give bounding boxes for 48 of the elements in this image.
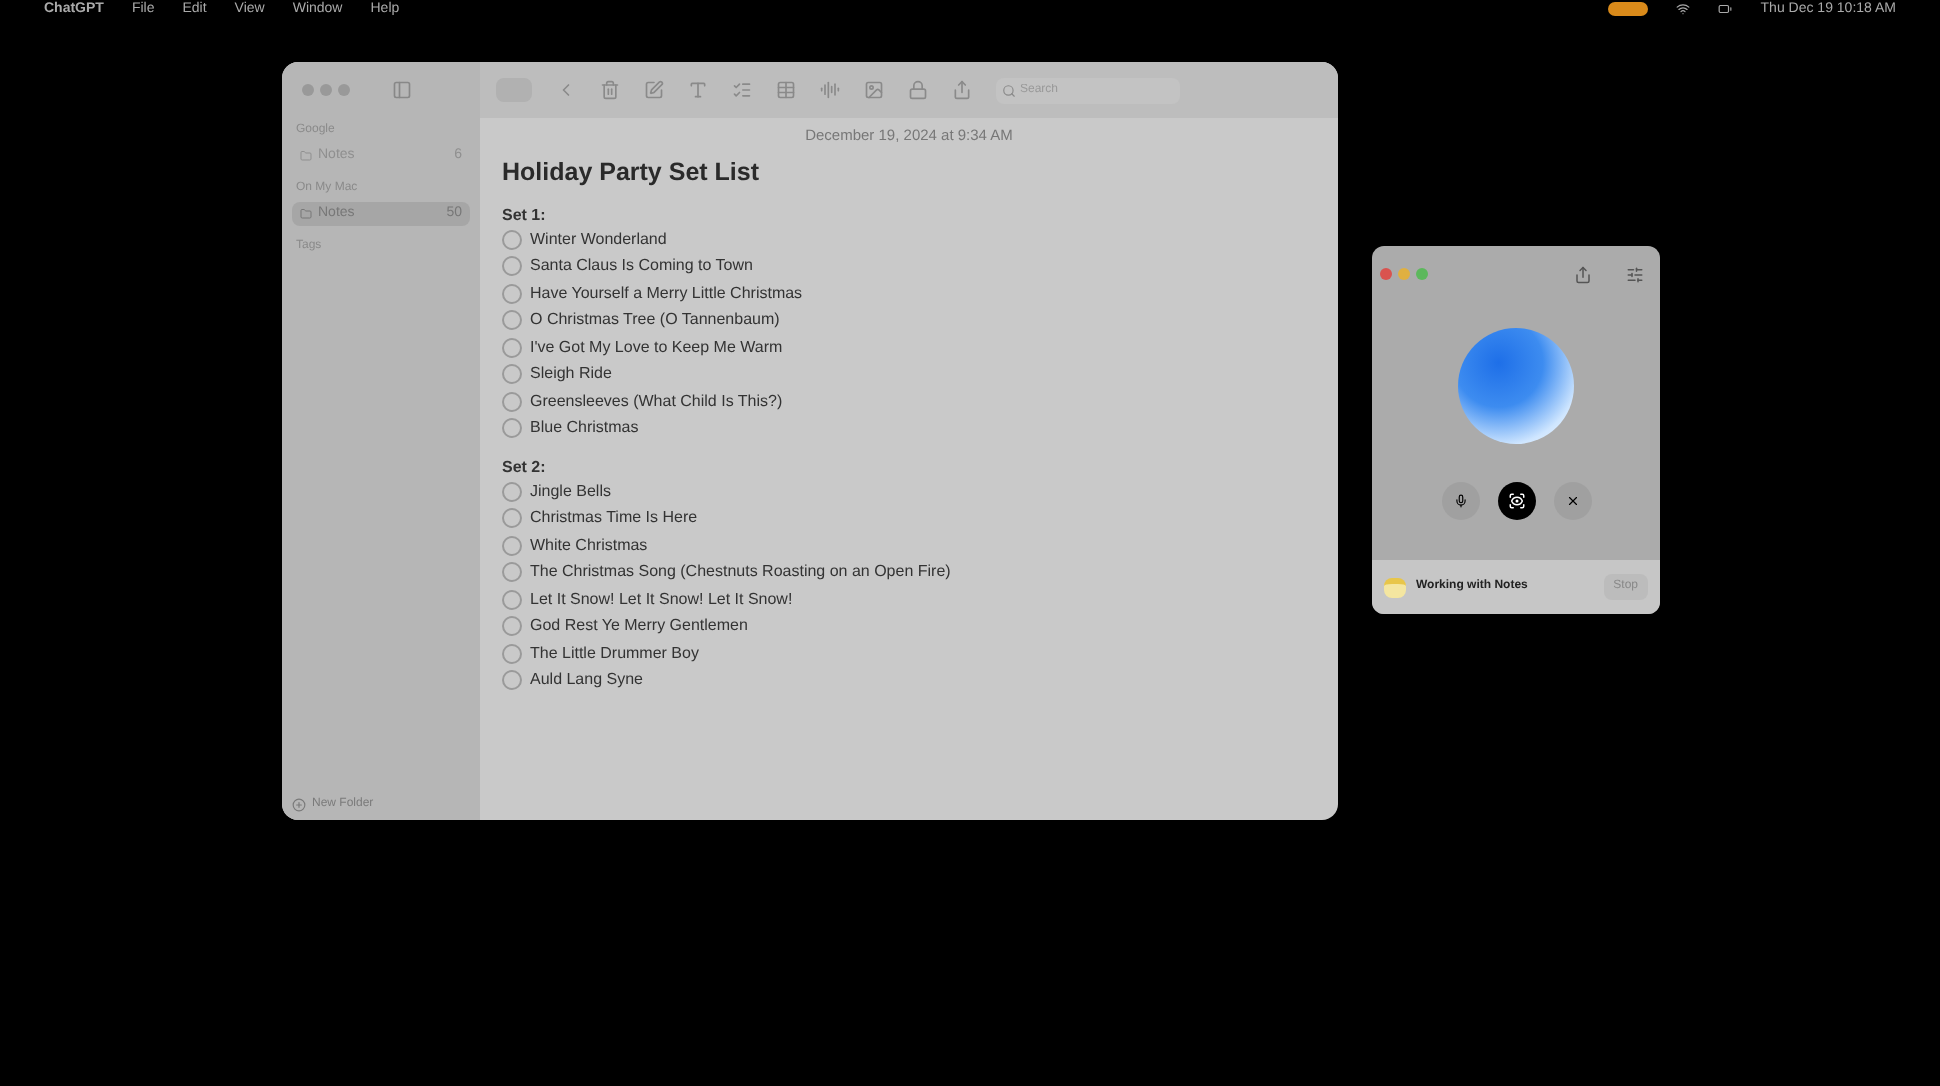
checklist-item: I've Got My Love to Keep Me Warm [530, 335, 783, 360]
settings-icon [1626, 265, 1644, 283]
checklist-item: Sleigh Ride [530, 362, 612, 387]
table-icon [776, 80, 796, 100]
checklist-item: O Christmas Tree (O Tannenbaum) [530, 308, 780, 333]
checklist-item: Winter Wonderland [530, 227, 667, 252]
search-icon [1002, 83, 1016, 97]
lock-icon [908, 80, 928, 100]
checklist-item: God Rest Ye Merry Gentlemen [530, 614, 748, 639]
checklist-item: Let It Snow! Let It Snow! Let It Snow! [530, 587, 793, 612]
wifi-icon [1676, 2, 1691, 16]
zoom-control[interactable] [1416, 268, 1428, 280]
checklist-item: Santa Claus Is Coming to Town [530, 254, 753, 279]
folder-icon [300, 208, 312, 220]
compose-icon [644, 80, 664, 100]
screen-share-button[interactable] [1497, 482, 1535, 520]
trash-icon [600, 80, 620, 100]
screen-view-icon [1507, 492, 1525, 510]
checklist-item: The Little Drummer Boy [530, 641, 699, 666]
share-icon [1574, 265, 1592, 283]
minimize-control[interactable] [1398, 268, 1410, 280]
folder-icon [300, 150, 312, 162]
app-status-icon[interactable] [1608, 2, 1649, 16]
media-icon [864, 80, 884, 100]
notes-app-icon [1384, 577, 1406, 597]
battery-icon [1718, 2, 1733, 16]
close-button[interactable] [1553, 482, 1591, 520]
mic-icon [1453, 494, 1467, 508]
checklist-item: White Christmas [530, 533, 648, 558]
sidebar-toggle-icon [392, 80, 412, 100]
plus-icon [292, 798, 306, 812]
checklist-item: The Christmas Song (Chestnuts Roasting on an Open Fire) [530, 560, 951, 585]
section-heading: Set 1: [502, 204, 548, 226]
share-icon [952, 80, 972, 100]
checklist-item: Jingle Bells [530, 479, 611, 504]
checklist-item: Have Yourself a Merry Little Christmas [530, 281, 803, 306]
close-icon [1565, 494, 1579, 508]
checklist-item: Auld Lang Syne [530, 668, 643, 693]
checklist-item: Christmas Time Is Here [530, 506, 698, 531]
close-control[interactable] [1380, 268, 1392, 280]
note-title: Holiday Party Set List [502, 156, 762, 191]
mic-button[interactable] [1441, 482, 1479, 520]
section-heading: Set 2: [502, 456, 548, 478]
checklist-item: Greensleeves (What Child Is This?) [530, 389, 783, 414]
audio-icon [820, 80, 840, 100]
text-format-icon[interactable] [688, 80, 708, 100]
checklist-item: Blue Christmas [530, 416, 639, 441]
checklist-icon [732, 80, 752, 100]
